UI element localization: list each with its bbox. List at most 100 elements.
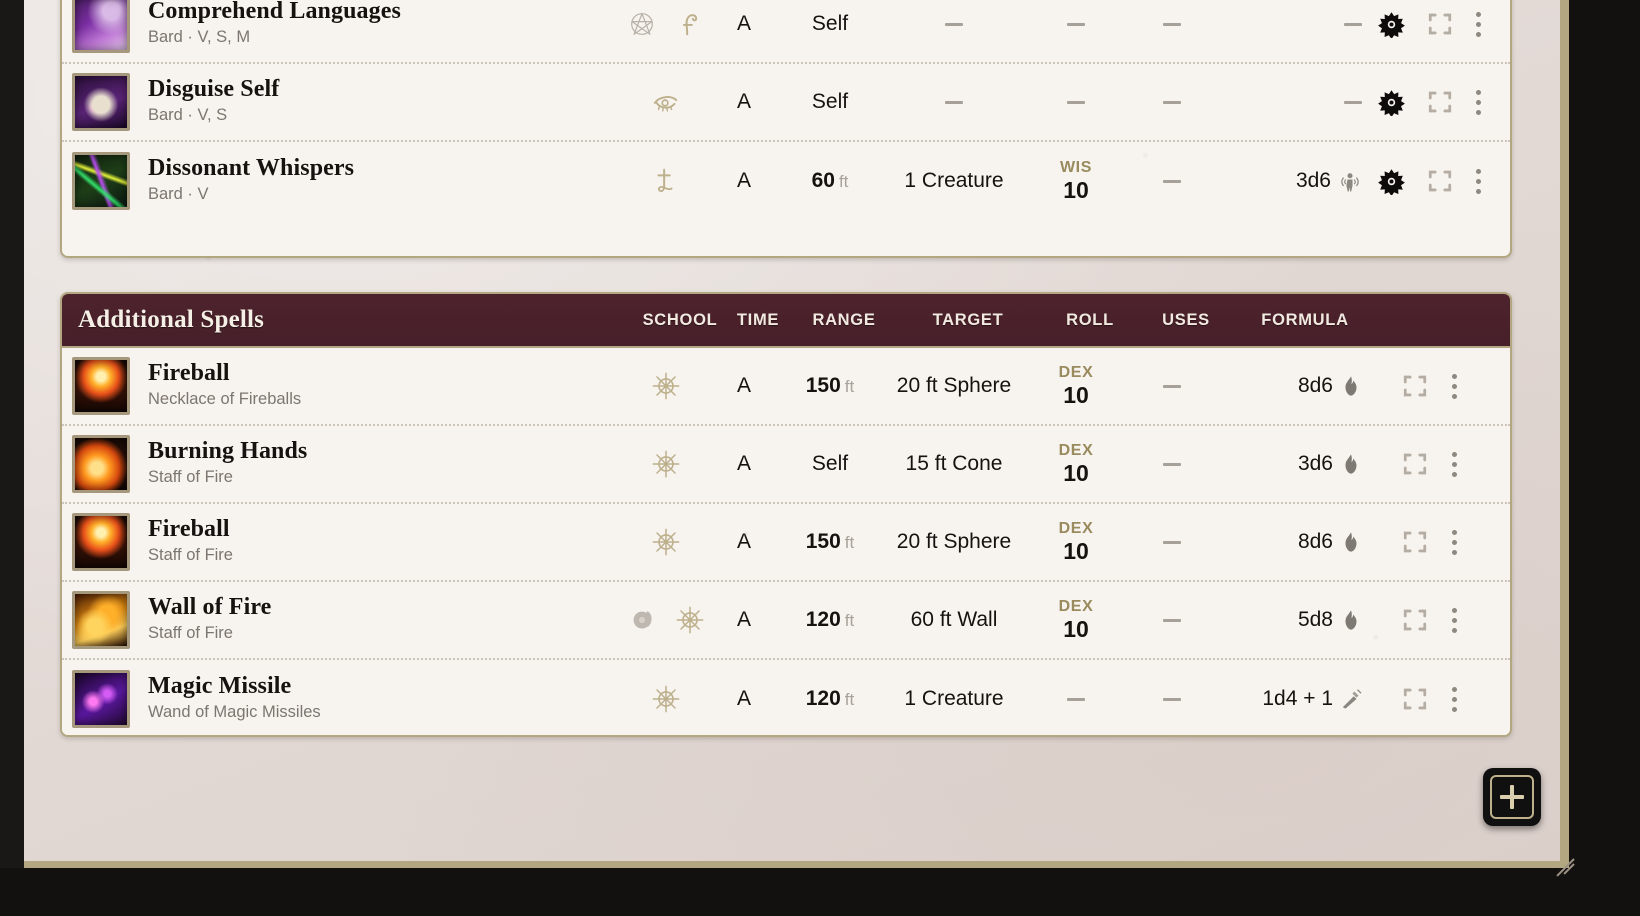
spell-controls-cell — [1366, 582, 1496, 658]
spell-formula-value[interactable]: 1d4 + 1 — [1262, 687, 1333, 711]
spell-school-cell — [620, 0, 712, 62]
spell-title[interactable]: Comprehend Languages — [148, 0, 620, 24]
window-resize-grip[interactable] — [1548, 838, 1575, 877]
spell-roll-cell[interactable]: DEX 10 — [1024, 582, 1128, 658]
gear-icon[interactable] — [1377, 89, 1405, 116]
kebab-menu-icon[interactable] — [1475, 89, 1483, 115]
expand-icon[interactable] — [1402, 529, 1428, 555]
section-title: Additional Spells — [78, 306, 265, 333]
spell-title[interactable]: Fireball — [148, 361, 620, 386]
spell-title[interactable]: Dissonant Whispers — [148, 156, 620, 181]
spell-source: Wand of Magic Missiles — [148, 703, 321, 722]
spell-row[interactable]: Magic Missile Wand of Magic Missiles A 120 f… — [62, 660, 1510, 735]
save-ability-abbr: DEX — [1058, 363, 1094, 381]
spell-row[interactable]: Fireball Staff of Fire A 150 ft 20 ft Sphere D… — [62, 504, 1510, 582]
spell-range-cell: 120 ft — [776, 582, 884, 658]
spell-range-value: Self — [811, 12, 849, 35]
spell-roll-cell[interactable]: DEX 10 — [1024, 348, 1128, 424]
gear-icon[interactable] — [1377, 11, 1405, 38]
expand-icon[interactable] — [1402, 686, 1428, 712]
add-spell-button[interactable] — [1483, 768, 1541, 826]
column-header-roll[interactable]: ROLL — [1038, 311, 1142, 330]
concentration-icon[interactable] — [627, 605, 657, 635]
kebab-menu-icon[interactable] — [1450, 373, 1458, 399]
spell-title[interactable]: Magic Missile — [148, 674, 620, 699]
spell-range-value: 150 — [805, 530, 841, 553]
spell-formula-value[interactable]: 3d6 — [1298, 452, 1333, 476]
spell-thumbnail[interactable] — [72, 152, 130, 210]
spell-title[interactable]: Fireball — [148, 517, 620, 542]
expand-icon[interactable] — [1427, 168, 1453, 194]
expand-icon[interactable] — [1427, 11, 1453, 37]
save-dc-stack: DEX 10 — [1058, 441, 1094, 487]
spell-title[interactable]: Disguise Self — [148, 77, 620, 102]
spell-name-block: Wall of Fire Staff of Fire — [148, 595, 620, 644]
spell-roll-cell[interactable]: DEX 10 — [1024, 426, 1128, 502]
kebab-menu-icon[interactable] — [1450, 607, 1458, 633]
spell-row[interactable]: Comprehend Languages Bard · V, S, M A Self — [62, 0, 1510, 64]
spell-row[interactable]: Burning Hands Staff of Fire A Self 15 ft Con… — [62, 426, 1510, 504]
spell-formula-value[interactable]: 8d6 — [1298, 530, 1333, 554]
expand-icon[interactable] — [1402, 607, 1428, 633]
spell-thumbnail[interactable] — [72, 435, 130, 493]
spell-thumbnail[interactable] — [72, 513, 130, 571]
kebab-menu-icon[interactable] — [1475, 168, 1483, 194]
expand-icon[interactable] — [1427, 89, 1453, 115]
fire-damage-icon — [1340, 530, 1362, 554]
save-ability-abbr: DEX — [1058, 441, 1094, 459]
evocation-sun-icon[interactable] — [651, 371, 681, 401]
evocation-sun-icon[interactable] — [651, 684, 681, 714]
spell-target-cell — [884, 0, 1024, 62]
spell-formula-value[interactable]: 8d6 — [1298, 374, 1333, 398]
spell-formula-cell: 1d4 + 1 — [1216, 660, 1366, 735]
spell-time-cell: A — [712, 582, 776, 658]
column-header-uses[interactable]: USES — [1142, 311, 1230, 330]
evocation-sun-icon[interactable] — [651, 527, 681, 557]
spell-thumbnail[interactable] — [72, 357, 130, 415]
expand-icon[interactable] — [1402, 373, 1428, 399]
spell-row[interactable]: Disguise Self Bard · V, S A Self — [62, 64, 1510, 142]
enchantment-rune-icon[interactable] — [651, 166, 681, 196]
column-header-school[interactable]: SCHOOL — [634, 311, 726, 330]
evocation-sun-icon[interactable] — [675, 605, 705, 635]
spell-source: Bard · V, S — [148, 106, 228, 125]
spell-target-cell: 20 ft Sphere — [884, 504, 1024, 580]
empty-dash — [1163, 697, 1181, 701]
kebab-menu-icon[interactable] — [1450, 529, 1458, 555]
spell-roll-cell[interactable]: DEX 10 — [1024, 504, 1128, 580]
spell-roll-cell[interactable]: WIS 10 — [1024, 142, 1128, 220]
ritual-pentacle-icon[interactable] — [627, 9, 657, 39]
spell-range-cell: Self — [776, 426, 884, 502]
kebab-menu-icon[interactable] — [1450, 451, 1458, 477]
spell-row[interactable]: Wall of Fire Staff of Fire A 120 ft 60 ft Wal… — [62, 582, 1510, 660]
column-header-target[interactable]: TARGET — [898, 311, 1038, 330]
spell-range-value: 150 — [805, 374, 841, 397]
spell-roll-cell — [1024, 660, 1128, 735]
spell-thumbnail[interactable] — [72, 670, 130, 728]
spell-formula-value[interactable]: 5d8 — [1298, 608, 1333, 632]
spell-row[interactable]: Fireball Necklace of Fireballs A 150 ft 20 ft… — [62, 348, 1510, 426]
spell-range-cell: Self — [776, 64, 884, 140]
spell-thumbnail[interactable] — [72, 591, 130, 649]
spell-thumbnail[interactable] — [72, 73, 130, 131]
spell-title[interactable]: Wall of Fire — [148, 595, 620, 620]
spell-row[interactable]: Dissonant Whispers Bard · V A 60 ft 1 Creatur… — [62, 142, 1510, 220]
spell-school-cell — [620, 504, 712, 580]
expand-icon[interactable] — [1402, 451, 1428, 477]
column-header-time[interactable]: TIME — [726, 311, 790, 330]
column-header-range[interactable]: RANGE — [790, 311, 898, 330]
gear-icon[interactable] — [1377, 168, 1405, 195]
kebab-menu-icon[interactable] — [1475, 11, 1483, 37]
spell-thumbnail[interactable] — [72, 0, 130, 53]
spell-school-cell — [620, 142, 712, 220]
spell-formula-value[interactable]: 3d6 — [1296, 169, 1331, 193]
evocation-sun-icon[interactable] — [651, 449, 681, 479]
column-header-formula[interactable]: FORMULA — [1230, 311, 1380, 330]
empty-dash — [1067, 697, 1085, 701]
save-dc-stack: WIS 10 — [1060, 159, 1092, 203]
divination-squiggle-icon[interactable] — [675, 9, 705, 39]
save-dc-value: 10 — [1063, 460, 1089, 487]
spell-title[interactable]: Burning Hands — [148, 439, 620, 464]
kebab-menu-icon[interactable] — [1450, 686, 1458, 712]
illusion-eye-icon[interactable] — [651, 87, 681, 117]
